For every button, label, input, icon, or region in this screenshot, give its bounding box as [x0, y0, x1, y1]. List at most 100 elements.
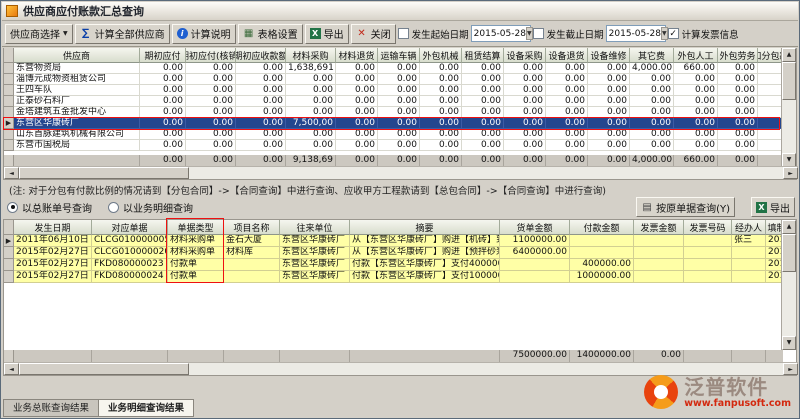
scrollbar-track[interactable]	[189, 363, 783, 375]
summary-row[interactable]: 王四车队0.000.000.000.000.000.000.000.000.00…	[4, 85, 783, 96]
scroll-left-button[interactable]: ◄	[4, 167, 19, 179]
grid-settings-label: 表格设置	[258, 26, 298, 41]
column-header: 摘要	[350, 220, 500, 235]
detail-grid-area: 发生日期对应单据单据类型项目名称往来单位摘要货单金额付款金额发票金额发票号码经办…	[3, 219, 797, 376]
export-button[interactable]: X 导出	[305, 24, 349, 44]
scroll-down-button[interactable]: ▼	[782, 336, 796, 350]
start-date-checkbox[interactable]: 发生起始日期	[398, 27, 469, 41]
detail-cell: 张三	[732, 235, 766, 247]
scrollbar-thumb[interactable]	[782, 234, 796, 272]
scroll-right-button[interactable]: ►	[783, 167, 798, 179]
start-date-label: 发生起始日期	[412, 27, 469, 41]
calc-help-button[interactable]: i 计算说明	[172, 24, 236, 44]
detail-horizontal-scrollbar[interactable]: ◄ ►	[4, 362, 798, 375]
amount-cell: 0.00	[718, 85, 758, 96]
scroll-up-button[interactable]: ▲	[782, 220, 796, 234]
amount-cell: 0.00	[504, 85, 546, 96]
amount-cell: 0.00	[462, 118, 504, 129]
detail-cell: 1100000.00	[500, 235, 570, 247]
detail-row[interactable]: 2015年02月27日CLCG010000020材料采购单材料库东营区华康砖厂从…	[4, 247, 783, 259]
amount-cell	[758, 118, 783, 129]
scrollbar-thumb[interactable]	[19, 167, 189, 179]
detail-row[interactable]: 2015年02月27日FKD080000023付款单东营区华康砖厂付款【东营区华…	[4, 259, 783, 271]
amount-cell: 0.00	[378, 118, 420, 129]
query-mode-bar: 以总账单号查询 以业务明细查询 ▤ 按原单据查询(Y) X 导出	[7, 197, 795, 217]
window-title: 供应商应付账款汇总查询	[23, 3, 144, 19]
scroll-left-button[interactable]: ◄	[4, 363, 19, 375]
grid-settings-button[interactable]: ▦ 表格设置	[238, 24, 303, 44]
end-date-field[interactable]: 2015-05-28 ▼	[606, 25, 666, 42]
amount-cell: 0.00	[336, 85, 378, 96]
row-marker: ▶	[4, 235, 14, 247]
scrollbar-thumb[interactable]	[19, 363, 189, 375]
summary-row[interactable]: 山东首脉建筑机械有限公司0.000.000.000.000.000.000.00…	[4, 129, 783, 140]
detail-cell: 从【东营区华康砖厂】购进【预拌砂浆】到【材料库】	[350, 247, 500, 259]
amount-cell: 0.00	[462, 107, 504, 118]
amount-cell: 0.00	[140, 129, 186, 140]
summary-row[interactable]: 淄博元成物资租赁公司0.000.000.000.000.000.000.000.…	[4, 74, 783, 85]
amount-cell: 0.00	[588, 85, 630, 96]
tab-summary-result[interactable]: 业务总账查询结果	[3, 399, 99, 417]
checkbox-box	[533, 28, 544, 39]
column-header: 外包机械	[420, 48, 462, 63]
detail-cell	[570, 247, 634, 259]
detail-vertical-scrollbar[interactable]: ▲ ▼	[781, 220, 796, 350]
amount-cell: 0.00	[378, 140, 420, 151]
calc-help-label: 计算说明	[191, 26, 231, 41]
row-marker	[4, 85, 14, 96]
scroll-down-button[interactable]: ▼	[782, 153, 796, 167]
scroll-up-button[interactable]: ▲	[782, 48, 796, 62]
summary-row[interactable]: 金塔建筑五金批发中心0.000.000.000.000.000.000.000.…	[4, 107, 783, 118]
amount-cell: 0.00	[674, 118, 718, 129]
scroll-right-button[interactable]: ►	[783, 363, 798, 375]
amount-cell: 0.00	[504, 129, 546, 140]
amount-cell: 0.00	[630, 107, 674, 118]
summary-row[interactable]: 东营市国税局0.000.000.000.000.000.000.000.000.…	[4, 140, 783, 151]
scrollbar-track[interactable]	[189, 167, 783, 179]
scrollbar-thumb[interactable]	[782, 62, 796, 100]
detail-row[interactable]: ▶2011年06月10日CLCG010000005材料采购单金石大厦东营区华康砖…	[4, 235, 783, 247]
amount-cell: 0.00	[186, 129, 236, 140]
summary-row[interactable]: 正泰砂石料厂0.000.000.000.000.000.000.000.000.…	[4, 96, 783, 107]
amount-cell	[758, 74, 783, 85]
detail-cell	[732, 271, 766, 283]
toolbar: 供应商选择 ▼ ∑ 计算全部供应商 i 计算说明 ▦ 表格设置 X 导出 ✕ 关…	[2, 21, 798, 47]
amount-cell: 0.00	[546, 63, 588, 74]
amount-cell: 7,500,00	[286, 118, 336, 129]
end-date-checkbox[interactable]: 发生截止日期	[533, 27, 604, 41]
amount-cell: 0.00	[236, 74, 286, 85]
detail-row[interactable]: 2015年02月27日FKD080000024付款单东营区华康砖厂付款【东营区华…	[4, 271, 783, 283]
close-button[interactable]: ✕ 关闭	[351, 24, 396, 44]
supplier-select-button[interactable]: 供应商选择 ▼	[5, 24, 73, 44]
amount-cell: 0.00	[140, 85, 186, 96]
radio-by-summary[interactable]: 以总账单号查询	[7, 200, 92, 215]
invoice-info-checkbox[interactable]: ✓ 计算发票信息	[668, 27, 739, 41]
summary-row[interactable]: ▶东营区华康砖厂0.000.000.007,500,000.000.000.00…	[4, 118, 783, 129]
chevron-down-icon: ▼	[526, 27, 533, 40]
tab-detail-result[interactable]: 业务明细查询结果	[98, 399, 194, 417]
detail-export-button[interactable]: X 导出	[751, 197, 795, 217]
radio-by-detail[interactable]: 以业务明细查询	[108, 200, 193, 215]
supplier-name-cell: 淄博元成物资租赁公司	[14, 74, 140, 85]
amount-cell: 0.00	[286, 140, 336, 151]
calc-all-suppliers-button[interactable]: ∑ 计算全部供应商	[75, 24, 170, 44]
amount-cell: 0.00	[674, 96, 718, 107]
amount-cell: 0.00	[588, 63, 630, 74]
summary-vertical-scrollbar[interactable]: ▲ ▼	[781, 48, 796, 167]
amount-cell: 0.00	[236, 129, 286, 140]
start-date-value: 2015-05-28	[474, 29, 526, 39]
amount-cell: 0.00	[588, 96, 630, 107]
row-marker	[4, 271, 14, 283]
amount-cell: 0.00	[420, 96, 462, 107]
amount-cell: 0.00	[674, 85, 718, 96]
detail-cell: 东营区华康砖厂	[280, 271, 350, 283]
end-date-value: 2015-05-28	[609, 29, 661, 39]
summary-row[interactable]: 东营物资局0.000.000.001,638,6910.000.000.000.…	[4, 63, 783, 74]
amount-cell: 0.00	[630, 85, 674, 96]
row-marker: ▶	[4, 118, 14, 129]
start-date-field[interactable]: 2015-05-28 ▼	[471, 25, 531, 42]
row-marker	[4, 140, 14, 151]
view-source-doc-button[interactable]: ▤ 按原单据查询(Y)	[636, 197, 735, 217]
summary-horizontal-scrollbar[interactable]: ◄ ►	[4, 166, 798, 179]
amount-cell: 0.00	[462, 140, 504, 151]
